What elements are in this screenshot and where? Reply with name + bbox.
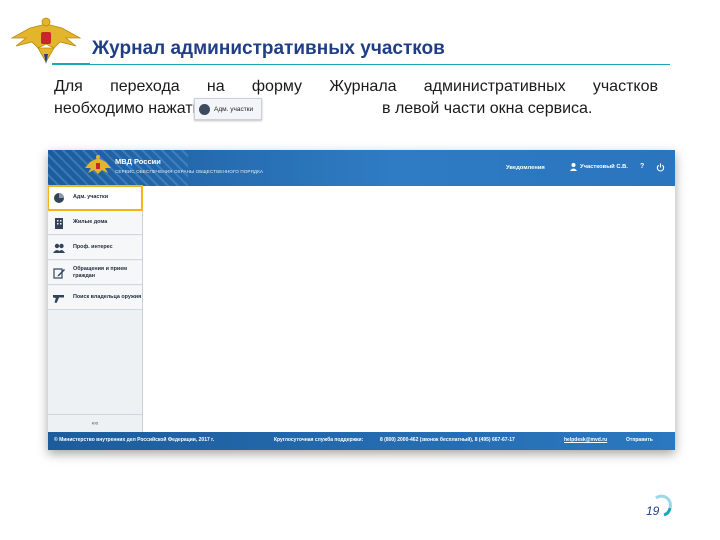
instruction-word: на: [206, 78, 225, 95]
inline-button-label: Адм. участки: [214, 105, 254, 113]
inline-adm-uchastki-button-illustration: Адм. участки: [194, 98, 262, 120]
pie-chart-icon: [54, 192, 64, 203]
footer-phones: 8 (800) 2000-462 (звонок бесплатный), 8 …: [380, 437, 515, 443]
app-footer: © Министерство внутренних дел Российской…: [48, 432, 675, 450]
gun-icon: [53, 294, 64, 303]
sidebar-item-adm-uchastki[interactable]: Адм. участки: [48, 185, 143, 211]
sidebar-item-label: Проф. интерес: [73, 244, 113, 250]
people-icon: [53, 243, 65, 253]
page-title: Журнал административных участков: [92, 38, 445, 59]
sidebar: Адм. участки Жилые дома Проф. интерес Об…: [48, 185, 143, 433]
mvd-emblem-icon: [85, 155, 111, 174]
instruction-word: Журнала: [329, 78, 397, 95]
sidebar-item-prof-interes[interactable]: Проф. интерес: [48, 236, 142, 260]
user-name: Участковый С.В.: [580, 164, 628, 170]
sidebar-item-zhilye-doma[interactable]: Жилые дома: [48, 211, 142, 235]
eagle-emblem-icon: [10, 17, 82, 64]
edit-icon: [53, 267, 65, 279]
instruction-word: участков: [592, 78, 658, 95]
pie-chart-icon: [199, 103, 210, 115]
user-menu[interactable]: Участковый С.В.: [570, 163, 628, 171]
title-divider-accent: [52, 63, 90, 65]
help-button[interactable]: ?: [640, 163, 644, 170]
instruction-word: Для: [54, 78, 83, 95]
instruction-word: форму: [251, 78, 303, 95]
header-pattern: [48, 150, 188, 186]
sidebar-item-poisk-vladeltsa[interactable]: Поиск владельца оружия: [48, 286, 142, 310]
page-number: 19: [646, 504, 660, 518]
instruction-word: перехода: [110, 78, 180, 95]
title-divider: [90, 64, 670, 65]
app-subtitle: СЕРВИС ОБЕСПЕЧЕНИЯ ОХРАНЫ ОБЩЕСТВЕННОГО …: [115, 169, 264, 174]
sidebar-item-label: Обращения и прием граждан: [73, 265, 128, 279]
instruction-word: административных: [423, 78, 566, 95]
sidebar-item-label: Жилые дома: [73, 219, 108, 225]
app-title: МВД России: [115, 157, 161, 166]
instruction-line-2: необходимо нажать кнопку в левой части о…: [54, 98, 658, 120]
app-screenshot: МВД России СЕРВИС ОБЕСПЕЧЕНИЯ ОХРАНЫ ОБЩ…: [48, 150, 675, 450]
sidebar-item-label: Адм. участки: [73, 194, 109, 200]
building-icon: [55, 217, 63, 229]
footer-send-link[interactable]: Отправить: [626, 437, 653, 443]
sidebar-item-label: Поиск владельца оружия: [73, 294, 142, 300]
footer-support-label: Круглосуточная служба поддержки:: [274, 437, 364, 443]
sidebar-item-obrashcheniya[interactable]: Обращения и прием граждан: [48, 261, 142, 285]
app-header: МВД России СЕРВИС ОБЕСПЕЧЕНИЯ ОХРАНЫ ОБЩ…: [48, 150, 675, 186]
instruction-line-2-end: в левой части окна сервиса.: [382, 100, 593, 117]
sidebar-collapse-button[interactable]: ««: [48, 414, 142, 433]
footer-email-link[interactable]: helpdesk@mvd.ru: [564, 437, 607, 443]
notifications-link[interactable]: Уведомления: [506, 165, 545, 171]
instruction-text: Для перехода на форму Журнала административны…: [54, 76, 658, 120]
instruction-line-1: Для перехода на форму Журнала административны…: [54, 76, 658, 98]
user-icon: [570, 163, 577, 171]
footer-copyright: © Министерство внутренних дел Российской…: [54, 437, 215, 443]
power-icon[interactable]: [656, 163, 665, 172]
